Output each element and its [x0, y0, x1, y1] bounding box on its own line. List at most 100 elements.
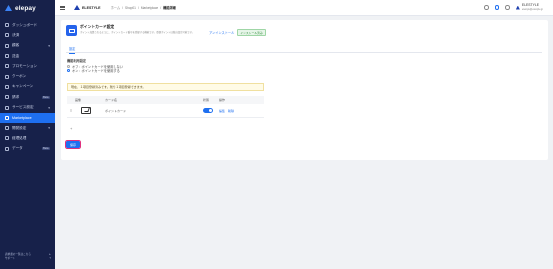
store-logo-icon: [74, 5, 80, 10]
home-icon: [5, 23, 9, 28]
sidebar-footer: 請求書の一覧はこちら ⇤ サポート?: [5, 253, 51, 261]
user-avatar-icon: [515, 5, 520, 10]
service-icon: [5, 105, 9, 110]
app-description: ポイント加算されるように、ポイントカード番号を登録する機能です。登録ポイントは独…: [80, 31, 195, 34]
edit-link[interactable]: 編集: [219, 109, 225, 113]
feature-setting-group: 機能利用設定 オフ：ポイントカードを使用しない オン：ポイントカードを使用する: [67, 58, 123, 73]
add-row-button[interactable]: +: [70, 126, 72, 131]
sidebar-item[interactable]: プロモーション: [0, 61, 55, 71]
customer-icon: [5, 43, 9, 48]
sidebar-item[interactable]: データ Beta: [0, 144, 55, 154]
breadcrumb-marketplace[interactable]: Marketplace: [141, 6, 158, 10]
brand-logo[interactable]: elepay: [0, 0, 55, 16]
breadcrumb-home[interactable]: ホーム: [111, 5, 120, 10]
menu-toggle-icon[interactable]: [60, 5, 65, 10]
card-table: 画像 カード名 状態 操作 ⠿ ポイントカード 編集 削除: [67, 96, 264, 118]
help-circle-icon[interactable]: [494, 5, 500, 10]
sidebar-item[interactable]: 決済: [0, 30, 55, 40]
col-name: カード名: [105, 98, 118, 102]
col-image: 画像: [75, 98, 82, 102]
sidebar-item[interactable]: Marketplace: [0, 112, 55, 123]
download-icon[interactable]: [505, 5, 510, 10]
card-name: ポイントカード: [105, 108, 127, 113]
sidebar-item-label: 決済: [12, 32, 20, 37]
app-header: ポイントカード設定 ポイント加算されるように、ポイントカード番号を登録する機能で…: [66, 25, 202, 36]
sidebar-item-label: 送金: [12, 53, 20, 58]
sidebar: elepay ダッシュボード 決済 顧客 ▾ 送金 プロモーション クーポン キャンペーン 請求…: [0, 0, 55, 269]
user-menu[interactable]: ELESTYLE elestyle@elestyle.jp: [515, 3, 543, 11]
data-icon: [5, 146, 9, 151]
marketplace-icon: [5, 115, 9, 120]
sidebar-item-label: サービス設定: [12, 105, 34, 110]
sidebar-item-label: データ: [12, 146, 23, 151]
sidebar-item[interactable]: 送金: [0, 51, 55, 61]
tab-bar: 設定: [66, 46, 542, 54]
sidebar-item-label: プロモーション: [12, 63, 38, 68]
beta-badge: Beta: [41, 147, 50, 151]
tab-settings[interactable]: 設定: [69, 46, 76, 54]
coupon-icon: [5, 74, 9, 79]
breadcrumb: ホーム / Shop01/ Marketplace / 機能詳細: [110, 5, 176, 11]
installed-badge: インストール済み: [237, 29, 266, 37]
sidebar-item[interactable]: クーポン: [0, 71, 55, 81]
sidebar-item[interactable]: サービス設定 ▾: [0, 102, 55, 112]
sidebar-item[interactable]: 顧客 ▾: [0, 41, 55, 51]
sidebar-item[interactable]: 経理処理: [0, 133, 55, 143]
sidebar-item-label: ダッシュボード: [12, 22, 38, 27]
promotion-icon: [5, 64, 9, 69]
save-button[interactable]: 保存: [64, 139, 82, 150]
chevron-down-icon: ▾: [48, 105, 50, 110]
chevron-down-icon: ▾: [48, 126, 50, 131]
search-icon[interactable]: [484, 5, 489, 10]
drag-handle-icon[interactable]: ⠿: [67, 109, 75, 113]
breadcrumb-shop[interactable]: Shop01: [125, 6, 136, 10]
developer-icon: [5, 126, 9, 131]
sidebar-item[interactable]: キャンペーン: [0, 82, 55, 92]
accounting-icon: [5, 136, 9, 141]
notice-banner: 現在、１項目登録済みです。残り１項目登録できます。: [67, 83, 264, 91]
sidebar-item[interactable]: 開発設定 ▾: [0, 123, 55, 133]
radio-off-icon[interactable]: [67, 65, 70, 69]
campaign-icon: [5, 84, 9, 89]
status-toggle[interactable]: [203, 108, 213, 113]
elepay-logo-icon: [5, 5, 12, 11]
card-image-thumbnail: [81, 107, 91, 114]
store-name[interactable]: ELESTYLE: [82, 6, 101, 10]
sidebar-item-label: 経理処理: [12, 135, 27, 140]
sidebar-item-label: Marketplace: [12, 115, 32, 120]
top-header: ELESTYLE ホーム / Shop01/ Marketplace / 機能詳細 …: [55, 0, 553, 16]
help-icon[interactable]: ?: [50, 257, 51, 261]
sidebar-item-label: キャンペーン: [12, 84, 34, 89]
beta-badge: Beta: [41, 95, 50, 99]
transfer-icon: [5, 54, 9, 59]
point-card-app-icon: [66, 25, 77, 36]
invoice-icon: [5, 95, 9, 100]
radio-on-label: オン：ポイントカードを使用する: [72, 68, 120, 73]
payment-icon: [5, 33, 9, 38]
radio-option-on[interactable]: オン：ポイントカードを使用する: [67, 69, 123, 73]
header-actions: ELESTYLE elestyle@elestyle.jp: [484, 3, 543, 11]
sidebar-item-label: 顧客: [12, 43, 20, 48]
uninstall-button[interactable]: アンインストール: [209, 30, 234, 35]
sidebar-item[interactable]: 請求 Beta: [0, 92, 55, 102]
breadcrumb-current: 機能詳細: [163, 6, 176, 10]
app-actions: アンインストール インストール済み: [209, 29, 266, 37]
col-actions: 操作: [219, 98, 226, 102]
sidebar-item-label: 開発設定: [12, 125, 27, 130]
notice-text: 現在、１項目登録済みです。残り１項目登録できます。: [71, 85, 146, 89]
brand-name: elepay: [15, 4, 36, 12]
feature-setting-label: 機能利用設定: [67, 59, 87, 63]
col-status: 状態: [203, 98, 210, 102]
table-row: ⠿ ポイントカード 編集 削除: [67, 104, 264, 118]
app-title: ポイントカード設定: [80, 25, 115, 29]
chevron-down-icon: ▾: [48, 43, 50, 48]
delete-link[interactable]: 削除: [228, 109, 234, 113]
support-link[interactable]: サポート: [5, 257, 15, 261]
content-card: ポイントカード設定 ポイント加算されるように、ポイントカード番号を登録する機能で…: [61, 20, 548, 160]
sidebar-item-label: 請求: [12, 94, 20, 99]
radio-on-icon[interactable]: [67, 69, 70, 73]
user-email: elestyle@elestyle.jp: [521, 7, 543, 11]
sidebar-item-label: クーポン: [12, 74, 27, 79]
table-header: 画像 カード名 状態 操作: [67, 96, 264, 104]
sidebar-item[interactable]: ダッシュボード: [0, 20, 55, 30]
